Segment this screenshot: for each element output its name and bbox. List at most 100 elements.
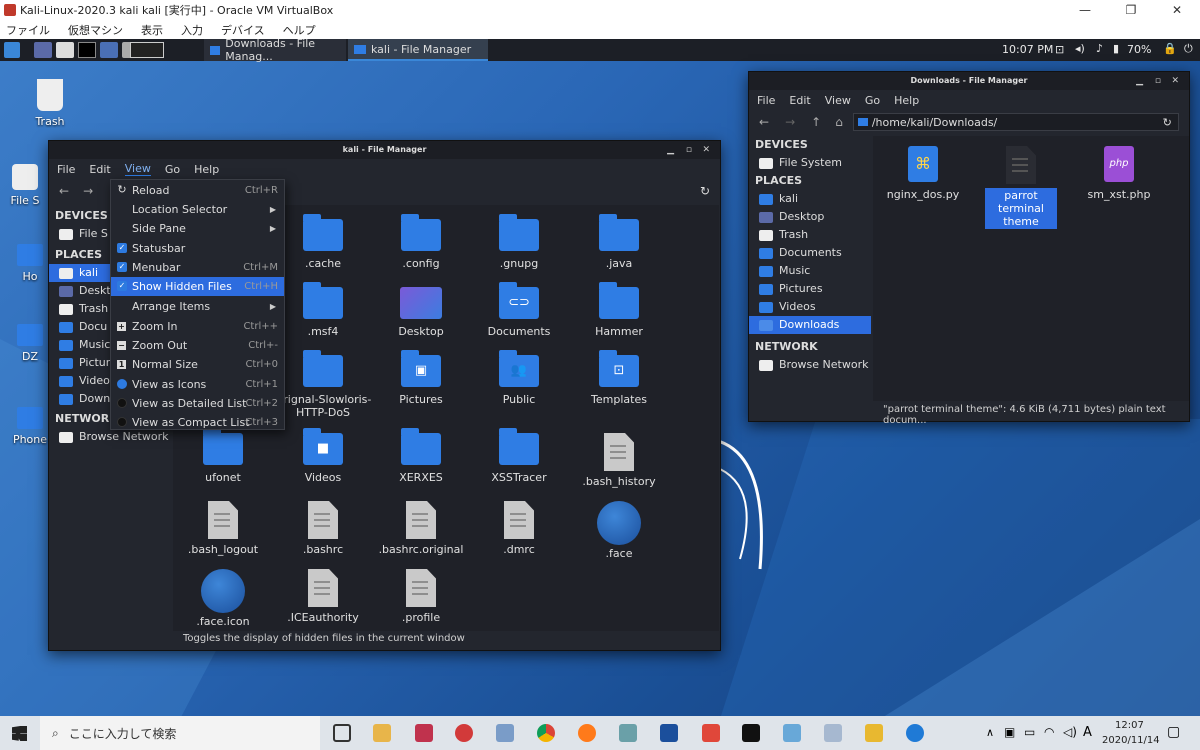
file-item[interactable]: 👥 Public <box>469 350 569 406</box>
reload-icon[interactable]: ↻ <box>700 184 710 198</box>
virtualbox-icon[interactable] <box>824 724 842 742</box>
terminal-icon[interactable] <box>742 724 760 742</box>
view-menu-item[interactable]: View as Detailed List Ctrl+2 <box>111 394 284 413</box>
volume-icon[interactable]: ◂) <box>1075 42 1085 55</box>
close-button[interactable]: ✕ <box>702 141 710 159</box>
file-item[interactable]: Desktop <box>371 287 471 338</box>
forward-icon[interactable]: → <box>785 115 795 129</box>
file-item[interactable]: .config <box>371 214 471 270</box>
power-icon[interactable]: ⏻ <box>1184 42 1193 56</box>
sidebar-item-pictures[interactable]: Pictures <box>749 280 871 298</box>
menu-file[interactable]: File <box>757 94 775 107</box>
app-sync-icon[interactable] <box>455 724 473 742</box>
file-item[interactable]: .gnupg <box>469 214 569 270</box>
menu-file[interactable]: ファイル <box>6 22 50 38</box>
volume-icon[interactable]: ◁) <box>1063 725 1077 739</box>
window-titlebar[interactable]: kali - File Manager ▁ ▫ ✕ <box>49 141 720 159</box>
sidebar-item-trash[interactable]: Trash <box>749 226 871 244</box>
notifications-icon[interactable]: ▢ <box>1167 724 1180 740</box>
file-item[interactable]: .face <box>569 501 669 560</box>
menu-file[interactable]: File <box>57 163 75 176</box>
workspace-switcher[interactable] <box>130 42 164 58</box>
view-menu-item[interactable]: 1 Normal Size Ctrl+0 <box>111 355 284 374</box>
task-view-icon[interactable] <box>333 724 351 742</box>
view-menu-item[interactable]: − Zoom Out Ctrl+- <box>111 336 284 355</box>
view-menu-item[interactable]: ✓ Statusbar <box>111 239 284 258</box>
file-item[interactable]: .java <box>569 214 669 270</box>
minimize-button[interactable]: ▁ <box>1136 72 1143 90</box>
menu-view[interactable]: View <box>124 162 151 176</box>
file-item[interactable]: .bashrc <box>273 501 373 556</box>
close-button[interactable]: ✕ <box>1171 72 1179 90</box>
sidebar-item-browse-network[interactable]: Browse Network <box>749 356 871 374</box>
file-item[interactable]: .profile <box>371 569 471 624</box>
desktop-filesystem[interactable]: File S <box>5 164 45 207</box>
view-menu-item[interactable]: Side Pane ▶ <box>111 219 284 238</box>
view-menu-item[interactable]: + Zoom In Ctrl++ <box>111 317 284 336</box>
desktop-home[interactable]: Ho <box>10 244 50 283</box>
file-item[interactable]: XERXES <box>371 428 471 484</box>
back-icon[interactable]: ← <box>59 184 69 198</box>
file-manager-icon[interactable] <box>56 42 74 58</box>
file-item[interactable]: ⊡ Templates <box>569 350 669 406</box>
view-menu-item[interactable]: View as Compact List Ctrl+3 <box>111 413 284 432</box>
view-menu-item[interactable]: View as Icons Ctrl+1 <box>111 375 284 394</box>
file-item[interactable]: .bashrc.original <box>371 501 471 556</box>
sidebar-item-downloads[interactable]: Downloads <box>749 316 871 334</box>
chrome-icon[interactable] <box>537 724 555 742</box>
file-item[interactable]: .msf4 <box>273 282 373 338</box>
desktop-dz[interactable]: DZ <box>10 324 50 363</box>
view-menu-item[interactable]: ↻ Reload Ctrl+R <box>111 181 284 200</box>
file-item[interactable]: XSSTracer <box>469 428 569 484</box>
explorer-icon[interactable] <box>373 724 391 742</box>
show-desktop-icon[interactable] <box>34 42 52 58</box>
file-item[interactable]: .cache <box>273 214 373 270</box>
file-item[interactable]: .ICEauthority <box>273 569 373 624</box>
file-item-selected[interactable]: parrot terminal theme <box>971 146 1071 229</box>
clock-time[interactable]: 12:07 <box>1115 720 1144 731</box>
file-item[interactable]: Hammer <box>569 282 669 338</box>
menu-go[interactable]: Go <box>865 94 880 107</box>
file-item[interactable]: ■ Videos <box>273 428 373 484</box>
back-icon[interactable]: ← <box>759 115 769 129</box>
sidebar-item-music[interactable]: Music <box>749 262 871 280</box>
view-menu-item[interactable]: Arrange Items ▶ <box>111 297 284 316</box>
edge-icon[interactable] <box>906 724 924 742</box>
notification-icon[interactable]: ♪ <box>1096 42 1103 55</box>
windows-start-icon[interactable] <box>12 726 27 741</box>
window-titlebar[interactable]: Downloads - File Manager ▁ ▫ ✕ <box>749 72 1189 90</box>
location-bar[interactable]: /home/kali/Downloads/ ↻ <box>852 113 1179 131</box>
menu-help[interactable]: Help <box>894 94 919 107</box>
menu-help[interactable]: ヘルプ <box>283 22 316 38</box>
task-downloads-window[interactable]: Downloads - File Manag... <box>204 39 346 63</box>
app-photo-icon[interactable] <box>783 724 801 742</box>
network-icon[interactable]: ⊡ <box>1055 43 1064 56</box>
file-item[interactable]: .face.icon <box>173 569 273 628</box>
reload-icon[interactable]: ↻ <box>1163 116 1172 129</box>
up-icon[interactable]: ↑ <box>811 115 821 129</box>
menu-edit[interactable]: Edit <box>789 94 810 107</box>
app-book-icon[interactable] <box>619 724 637 742</box>
menu-help[interactable]: Help <box>194 163 219 176</box>
kali-icon[interactable] <box>660 724 678 742</box>
minimize-button[interactable]: — <box>1062 3 1108 17</box>
maximize-button[interactable]: ▫ <box>1155 72 1161 90</box>
view-menu-item[interactable]: Location Selector ▶ <box>111 200 284 219</box>
tray-chevron-icon[interactable]: ∧ <box>986 726 994 739</box>
clock-date[interactable]: 2020/11/14 <box>1102 735 1160 746</box>
home-icon[interactable]: ⌂ <box>835 115 843 129</box>
file-item[interactable]: ⊂⊃ Documents <box>469 282 569 338</box>
battery-icon[interactable]: ▭ <box>1024 725 1035 739</box>
app-red-icon[interactable] <box>415 724 433 742</box>
firefox-icon[interactable] <box>100 42 118 58</box>
app-lightning-icon[interactable] <box>702 724 720 742</box>
view-menu-item[interactable]: ✓ Show Hidden Files Ctrl+H <box>111 277 284 296</box>
file-item[interactable]: Orignal-Slowloris-HTTP-DoS <box>273 350 373 419</box>
menu-devices[interactable]: デバイス <box>221 22 265 38</box>
menu-view[interactable]: 表示 <box>141 22 163 38</box>
restore-button[interactable]: ❐ <box>1108 3 1154 17</box>
view-menu-item[interactable]: ✓ Menubar Ctrl+M <box>111 258 284 277</box>
sidebar-item-desktop[interactable]: Desktop <box>749 208 871 226</box>
ime-indicator[interactable]: A <box>1083 725 1092 740</box>
panel-clock[interactable]: 10:07 PM <box>1002 43 1053 56</box>
